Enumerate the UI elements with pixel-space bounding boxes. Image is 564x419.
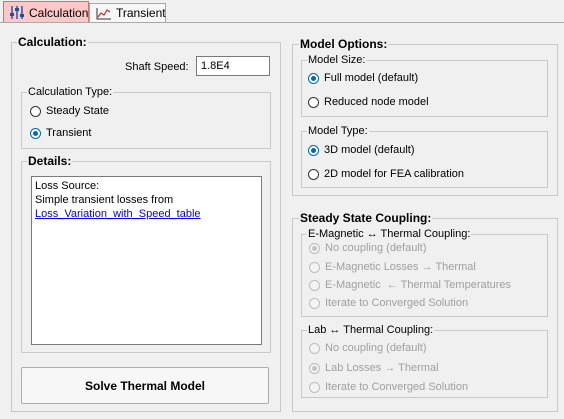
lab-losses-label: Lab Losses → Thermal — [325, 362, 439, 374]
tab-calculation-label: Calculation — [29, 5, 89, 20]
details-title: Details: — [27, 154, 73, 168]
emag-temperatures-label: E-Magnetic ← Thermal Temperatures — [325, 279, 512, 291]
tab-transient-label: Transient — [116, 6, 166, 20]
full-model-radio[interactable]: Full model (default) — [308, 72, 418, 84]
lab-no-coupling-label: No coupling (default) — [325, 342, 427, 354]
loss-variation-link[interactable]: Loss_Variation_with_Speed_table — [35, 208, 201, 220]
reduced-node-model-radio[interactable]: Reduced node model — [308, 96, 429, 108]
emag-no-coupling-radio[interactable]: No coupling (default) — [309, 242, 427, 254]
reduced-node-model-label: Reduced node model — [324, 96, 429, 108]
details-textbox[interactable]: Loss Source: Simple transient losses fro… — [31, 176, 262, 345]
shaft-speed-input[interactable]: 1.8E4 — [196, 56, 270, 76]
lab-iterate-radio[interactable]: Iterate to Converged Solution — [309, 381, 468, 393]
2d-model-label: 2D model for FEA calibration — [324, 168, 465, 180]
tab-divider — [0, 22, 564, 23]
model-size-group — [301, 60, 548, 117]
3d-model-label: 3D model (default) — [324, 144, 415, 156]
tab-transient[interactable]: Transient — [89, 3, 166, 22]
transient-label: Transient — [46, 127, 92, 139]
radio-unchecked-icon — [309, 279, 320, 291]
radio-unchecked-icon — [309, 342, 320, 354]
lab-losses-radio[interactable]: Lab Losses → Thermal — [309, 362, 439, 374]
emag-iterate-radio[interactable]: Iterate to Converged Solution — [309, 297, 468, 309]
solve-thermal-model-button[interactable]: Solve Thermal Model — [21, 367, 269, 404]
3d-model-radio[interactable]: 3D model (default) — [308, 144, 415, 156]
radio-checked-icon — [30, 127, 41, 139]
lab-iterate-label: Iterate to Converged Solution — [325, 381, 469, 393]
calculation-type-group — [21, 92, 271, 149]
radio-checked-icon — [309, 242, 320, 254]
details-line-description: Simple transient losses from — [35, 194, 174, 206]
radio-unchecked-icon — [30, 105, 41, 117]
emag-no-coupling-label: No coupling (default) — [325, 242, 427, 254]
radio-checked-icon — [308, 72, 319, 84]
steady-state-coupling-title: Steady State Coupling: — [299, 211, 433, 225]
calculation-type-title: Calculation Type: — [27, 86, 114, 99]
emag-losses-label: E-Magnetic Losses → Thermal — [325, 261, 476, 273]
emag-losses-radio[interactable]: E-Magnetic Losses → Thermal — [309, 261, 476, 273]
lab-no-coupling-radio[interactable]: No coupling (default) — [309, 342, 427, 354]
tab-calculation[interactable]: Calculation — [3, 1, 89, 23]
radio-unchecked-icon — [309, 381, 320, 393]
full-model-label: Full model (default) — [324, 72, 419, 84]
steady-state-label: Steady State — [46, 105, 109, 117]
radio-unchecked-icon — [309, 261, 320, 273]
model-size-title: Model Size: — [307, 54, 367, 67]
radio-checked-icon — [309, 362, 320, 374]
calculation-title: Calculation: — [17, 35, 88, 49]
line-chart-icon — [96, 7, 112, 20]
model-type-title: Model Type: — [307, 125, 369, 138]
sliders-icon — [10, 6, 25, 19]
model-options-title: Model Options: — [299, 37, 389, 51]
lab-coupling-title: Lab ↔ Thermal Coupling: — [307, 324, 435, 337]
steady-state-radio[interactable]: Steady State — [30, 105, 109, 117]
radio-checked-icon — [308, 144, 319, 156]
radio-unchecked-icon — [309, 297, 320, 309]
emag-iterate-label: Iterate to Converged Solution — [325, 297, 469, 309]
2d-model-radio[interactable]: 2D model for FEA calibration — [308, 168, 464, 180]
shaft-speed-label: Shaft Speed: — [125, 61, 189, 73]
emagnetic-coupling-title: E-Magnetic ↔ Thermal Coupling: — [307, 228, 472, 241]
details-line-loss-source: Loss Source: — [35, 180, 100, 192]
radio-unchecked-icon — [308, 168, 319, 180]
radio-unchecked-icon — [308, 96, 319, 108]
emag-temperatures-radio[interactable]: E-Magnetic ← Thermal Temperatures — [309, 279, 511, 291]
transient-radio[interactable]: Transient — [30, 127, 91, 139]
